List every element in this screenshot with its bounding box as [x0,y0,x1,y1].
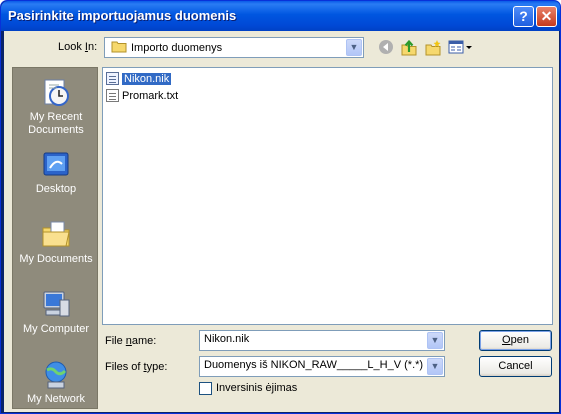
files-of-type-dropdown[interactable]: Duomenys iš NIKON_RAW_____L_H_V (*.*) ▼ [199,356,445,377]
place-desktop[interactable]: Desktop [13,144,99,214]
folder-icon [111,41,127,53]
open-button[interactable]: Open [479,330,552,351]
text-file-icon [106,89,119,102]
my-documents-icon [40,218,72,250]
place-my-documents[interactable]: My Documents [13,214,99,284]
my-computer-icon [40,288,72,320]
file-dialog-window: Pasirinkite importuojamus duomenis ? ✕ L… [0,0,561,414]
desktop-icon [40,148,72,180]
new-folder-icon[interactable] [424,39,442,57]
list-item[interactable]: Nikon.nik [106,71,172,86]
look-in-dropdown[interactable]: Importo duomenys ▼ [104,37,364,58]
back-icon[interactable] [377,39,395,57]
place-my-recent-documents[interactable]: My Recent Documents [13,72,99,142]
up-folder-icon[interactable] [400,39,418,57]
file-name-label: File name: [105,335,157,347]
file-name: Nikon.nik [122,72,172,85]
chevron-down-icon[interactable]: ▼ [427,332,443,349]
chevron-down-icon[interactable]: ▼ [427,358,443,375]
inverse-checkbox[interactable] [199,382,212,395]
look-in-label: Look In: [58,41,98,53]
recent-documents-icon [40,76,72,108]
place-my-computer[interactable]: My Computer [13,284,99,354]
nik-file-icon [106,72,119,85]
my-network-icon [40,358,72,390]
place-my-network[interactable]: My Network [13,354,99,413]
window-title: Pasirinkite importuojamus duomenis [8,8,237,23]
inverse-checkbox-label[interactable]: Inversinis ėjimas [216,382,297,394]
files-of-type-value: Duomenys iš NIKON_RAW_____L_H_V (*.*) [204,359,424,371]
look-in-value: Importo duomenys [131,42,223,54]
files-of-type-label: Files of type: [105,361,168,373]
file-list[interactable]: Nikon.nik Promark.txt [102,67,553,325]
file-name-value: Nikon.nik [204,333,250,345]
dialog-body: Look In: Importo duomenys ▼ My Recent Do… [4,31,559,412]
help-button[interactable]: ? [513,6,534,27]
chevron-down-icon[interactable]: ▼ [346,39,362,56]
file-name: Promark.txt [122,89,179,102]
cancel-button[interactable]: Cancel [479,356,552,377]
close-button[interactable]: ✕ [536,6,557,27]
places-bar: My Recent Documents Desktop My Documents [12,67,98,409]
list-item[interactable]: Promark.txt [106,88,178,103]
title-bar[interactable]: Pasirinkite importuojamus duomenis ? ✕ [1,1,560,31]
file-name-input[interactable]: Nikon.nik ▼ [199,330,445,351]
view-menu-icon[interactable] [448,39,474,57]
